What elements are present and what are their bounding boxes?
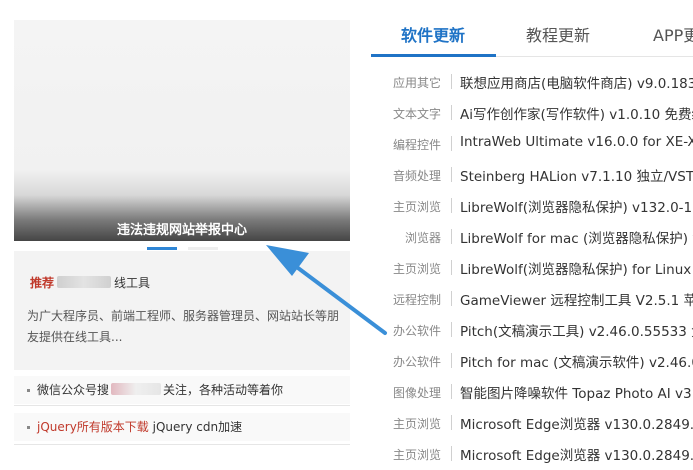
separator: [451, 136, 452, 151]
tab-app-updates[interactable]: APP更新: [653, 22, 693, 46]
list-item-title[interactable]: LibreWolf(浏览器隐私保护) for Linux v132: [460, 258, 693, 278]
separator: [451, 322, 452, 337]
tab-software-updates[interactable]: 软件更新: [401, 22, 465, 46]
list-item-title[interactable]: LibreWolf for mac (浏览器隐私保护) v132: [460, 227, 693, 247]
separator: [451, 291, 452, 306]
separator: [451, 229, 452, 244]
list-item-category[interactable]: 主页浏览: [393, 260, 441, 277]
list-item-category[interactable]: 应用其它: [393, 74, 441, 91]
list-item-title[interactable]: 智能图片降噪软件 Topaz Photo AI v3.3: [460, 382, 693, 402]
list-item-category[interactable]: 主页浏览: [393, 198, 441, 215]
list-item-category[interactable]: 音频处理: [393, 167, 441, 184]
list-item-title[interactable]: 联想应用商店(电脑软件商店) v9.0.1830: [460, 72, 693, 92]
separator: [451, 446, 452, 461]
divider: [14, 444, 350, 445]
separator: [451, 415, 452, 430]
list-item-title[interactable]: IntraWeb Ultimate v16.0.0 for XE-XE12: [460, 134, 693, 150]
banner-title[interactable]: 违法违规网站举报中心: [14, 219, 350, 238]
separator: [451, 105, 452, 120]
recommend-title-suffix: 线工具: [114, 276, 151, 290]
list-item[interactable]: 办公软件 Pitch for mac (文稿演示软件) v2.46.0: [371, 346, 693, 377]
list-item[interactable]: 应用其它 联想应用商店(电脑软件商店) v9.0.1830: [371, 67, 693, 98]
list-item[interactable]: 文本文字 Ai写作创作家(写作软件) v1.0.10 免费绿色版: [371, 98, 693, 129]
blurred-text: [111, 383, 162, 395]
list-item[interactable]: 主页浏览 Microsoft Edge浏览器 v130.0.2849.68: [371, 439, 693, 470]
wechat-suffix: 关注，各种活动等着你: [163, 383, 284, 397]
wechat-follow-link[interactable]: 微信公众号搜 关注，各种活动等着你: [14, 376, 350, 404]
list-item-category[interactable]: 编程控件: [393, 136, 441, 153]
list-item-title[interactable]: Microsoft Edge浏览器 v130.0.2849.68: [460, 413, 693, 433]
banner-carousel[interactable]: 违法违规网站举报中心: [14, 20, 350, 250]
wechat-prefix: 微信公众号搜: [37, 383, 110, 397]
recommend-card[interactable]: 推荐 线工具 为广大程序员、前端工程师、服务器管理员、网站站长等朋友提供在线工具.…: [14, 251, 350, 370]
update-tabs: 软件更新 教程更新 APP更新: [371, 0, 693, 57]
list-item-title[interactable]: Microsoft Edge浏览器 v130.0.2849.68: [460, 444, 693, 464]
list-item-title[interactable]: GameViewer 远程控制工具 V2.5.1 苹果版: [460, 289, 693, 309]
separator: [451, 74, 452, 89]
divider: [14, 405, 350, 406]
list-item-title[interactable]: Pitch(文稿演示工具) v2.46.0.55533 免费版: [460, 320, 693, 340]
list-item-category[interactable]: 远程控制: [393, 291, 441, 308]
list-item[interactable]: 浏览器 LibreWolf for mac (浏览器隐私保护) v132: [371, 222, 693, 253]
list-item[interactable]: 主页浏览 LibreWolf(浏览器隐私保护) for Linux v132: [371, 253, 693, 284]
blurred-text: [57, 276, 112, 288]
recommend-tag: 推荐: [30, 276, 55, 290]
separator: [451, 353, 452, 368]
list-item-title[interactable]: Steinberg HALion v7.1.10 独立/VSTi3/AAX: [460, 165, 693, 185]
list-item-category[interactable]: 图像处理: [393, 384, 441, 401]
separator: [451, 260, 452, 275]
list-item-title[interactable]: Pitch for mac (文稿演示软件) v2.46.0: [460, 351, 693, 371]
separator: [451, 384, 452, 399]
list-item[interactable]: 音频处理 Steinberg HALion v7.1.10 独立/VSTi3/AA…: [371, 160, 693, 191]
bullet-icon: [27, 389, 30, 392]
jquery-download-link[interactable]: jQuery所有版本下载: [37, 420, 149, 434]
carousel-dot-2[interactable]: [188, 247, 218, 250]
active-tab-indicator: [371, 54, 496, 57]
list-item-category[interactable]: 办公软件: [393, 353, 441, 370]
bullet-icon: [27, 426, 30, 429]
list-item[interactable]: 主页浏览 Microsoft Edge浏览器 v130.0.2849.68: [371, 408, 693, 439]
jquery-links: jQuery所有版本下载 jQuery cdn加速: [14, 413, 350, 441]
separator: [451, 198, 452, 213]
carousel-dot-1[interactable]: [147, 247, 177, 250]
recommend-heading[interactable]: 推荐 线工具: [30, 274, 150, 291]
list-item[interactable]: 办公软件 Pitch(文稿演示工具) v2.46.0.55533 免费版: [371, 315, 693, 346]
list-item-category[interactable]: 办公软件: [393, 322, 441, 339]
list-item[interactable]: 主页浏览 LibreWolf(浏览器隐私保护) v132.0-1 绿色版: [371, 191, 693, 222]
list-item[interactable]: 编程控件 IntraWeb Ultimate v16.0.0 for XE-XE1…: [371, 129, 693, 160]
list-item-category[interactable]: 文本文字: [393, 105, 441, 122]
list-item-category[interactable]: 主页浏览: [393, 415, 441, 432]
list-item-category[interactable]: 浏览器: [405, 229, 441, 246]
list-item-title[interactable]: LibreWolf(浏览器隐私保护) v132.0-1 绿色版: [460, 196, 693, 216]
jquery-cdn-link[interactable]: jQuery cdn加速: [153, 420, 242, 434]
list-item-title[interactable]: Ai写作创作家(写作软件) v1.0.10 免费绿色版: [460, 103, 693, 123]
recommend-description: 为广大程序员、前端工程师、服务器管理员、网站站长等朋友提供在线工具...: [27, 309, 340, 344]
list-item[interactable]: 图像处理 智能图片降噪软件 Topaz Photo AI v3.3: [371, 377, 693, 408]
list-item[interactable]: 远程控制 GameViewer 远程控制工具 V2.5.1 苹果版: [371, 284, 693, 315]
tab-tutorial-updates[interactable]: 教程更新: [526, 22, 590, 46]
separator: [451, 167, 452, 182]
